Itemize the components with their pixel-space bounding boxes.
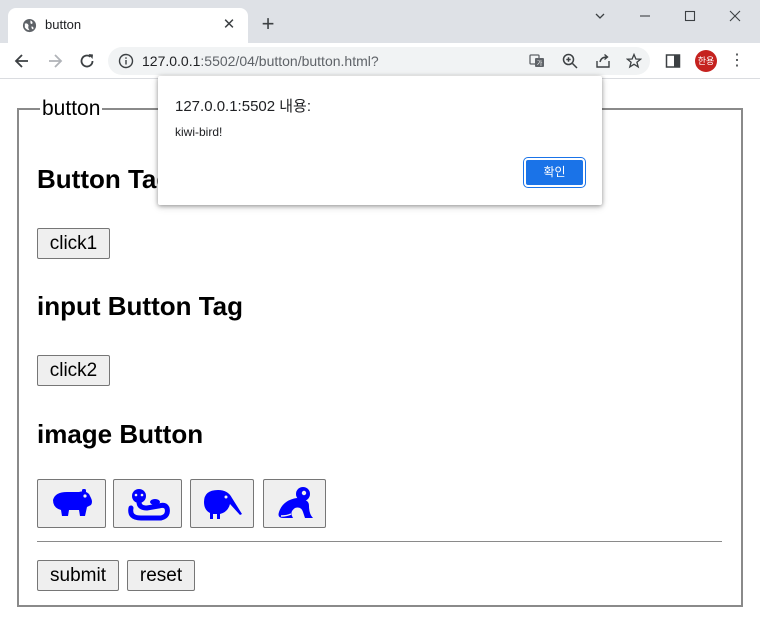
forward-arrow-icon[interactable] bbox=[45, 51, 65, 71]
close-window-icon[interactable] bbox=[724, 8, 746, 26]
back-arrow-icon[interactable] bbox=[12, 51, 32, 71]
hippo-image-button[interactable] bbox=[37, 479, 106, 528]
kebab-menu-icon[interactable]: ⋮ bbox=[729, 51, 745, 71]
close-tab-icon[interactable]: ✕ bbox=[220, 16, 238, 34]
heading-image-button: image Button bbox=[37, 419, 204, 449]
kiwi-bird-icon bbox=[204, 489, 242, 519]
browser-tab[interactable]: button ✕ bbox=[8, 8, 248, 43]
tab-strip: button ✕ + bbox=[0, 0, 760, 43]
site-info-icon[interactable] bbox=[118, 53, 134, 69]
reset-button[interactable]: reset bbox=[127, 560, 195, 591]
hippo-icon bbox=[52, 488, 92, 516]
horizontal-rule bbox=[37, 541, 722, 542]
fieldset-legend: button bbox=[42, 97, 101, 120]
kiwi-bird-image-button[interactable] bbox=[190, 479, 254, 528]
new-tab-icon[interactable]: + bbox=[258, 13, 278, 35]
otter-icon bbox=[127, 488, 170, 520]
dialog-ok-button[interactable]: 확인 bbox=[524, 158, 585, 187]
reload-icon[interactable] bbox=[77, 51, 97, 71]
heading-button-tag: Button Tag bbox=[37, 164, 173, 194]
browser-toolbar: 127.0.0.1:5502/04/button/button.html? 가 bbox=[0, 43, 760, 79]
maximize-icon[interactable] bbox=[679, 8, 701, 26]
profile-avatar[interactable]: 한용 bbox=[695, 50, 717, 72]
heading-input-button-tag: input Button Tag bbox=[37, 291, 244, 321]
minimize-icon[interactable] bbox=[634, 8, 656, 26]
frog-icon bbox=[278, 486, 313, 518]
svg-text:가: 가 bbox=[537, 60, 543, 68]
otter-image-button[interactable] bbox=[113, 479, 182, 528]
click1-button[interactable]: click1 bbox=[37, 228, 110, 259]
side-panel-icon[interactable] bbox=[665, 53, 681, 69]
globe-icon bbox=[22, 18, 37, 33]
click2-button[interactable]: click2 bbox=[37, 355, 110, 386]
zoom-icon[interactable] bbox=[562, 53, 578, 69]
dialog-message: kiwi-bird! bbox=[175, 125, 223, 139]
chevron-down-icon[interactable] bbox=[589, 8, 611, 26]
frog-image-button[interactable] bbox=[263, 479, 326, 528]
submit-button[interactable]: submit bbox=[37, 560, 119, 591]
bookmark-star-icon[interactable] bbox=[626, 53, 642, 69]
url-text[interactable]: 127.0.0.1:5502/04/button/button.html? bbox=[142, 53, 379, 69]
dialog-title: 127.0.0.1:5502 내용: bbox=[175, 98, 312, 115]
tab-title: button bbox=[45, 17, 82, 32]
share-icon[interactable] bbox=[595, 53, 611, 69]
translate-icon[interactable]: 가 bbox=[529, 53, 545, 69]
address-bar[interactable]: 127.0.0.1:5502/04/button/button.html? 가 bbox=[108, 47, 650, 75]
alert-dialog: 127.0.0.1:5502 내용: kiwi-bird! 확인 bbox=[158, 76, 602, 205]
